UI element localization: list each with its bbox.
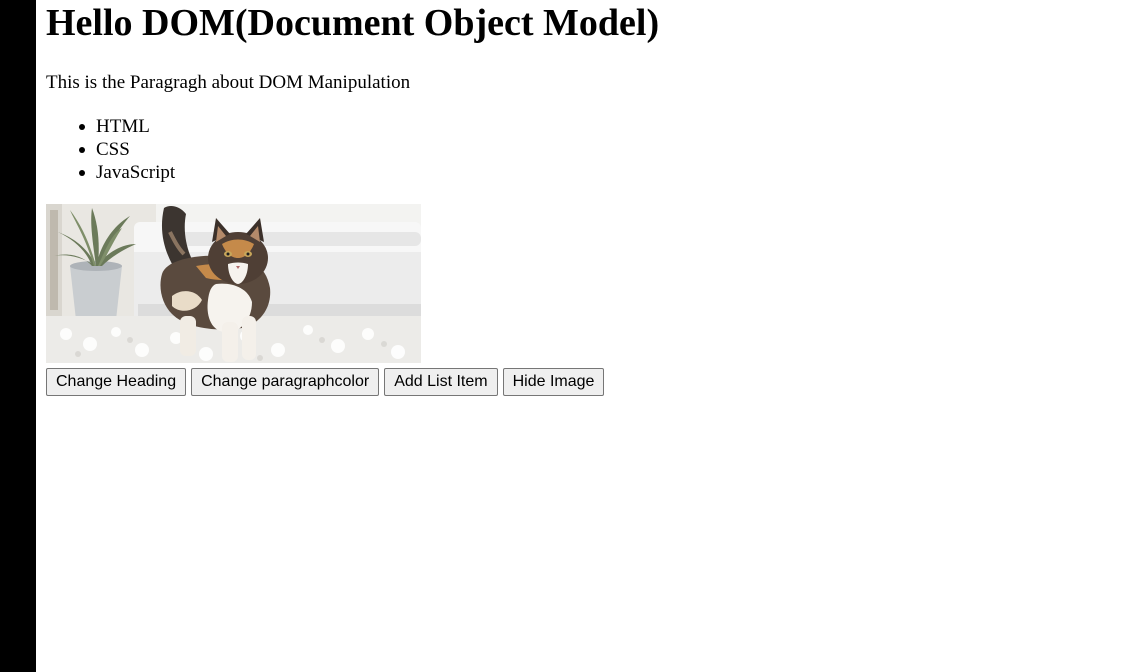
list-item-label: CSS xyxy=(96,139,130,160)
list-item-label: HTML xyxy=(96,116,150,137)
list-item-label: JavaScript xyxy=(96,162,176,183)
page-content: Hello DOM(Document Object Model) This is… xyxy=(46,0,1136,672)
cat-photo-illustration xyxy=(46,204,421,363)
bullet-icon xyxy=(79,147,85,153)
change-heading-button[interactable]: Change Heading xyxy=(46,368,187,396)
hide-image-button[interactable]: Hide Image xyxy=(502,368,605,396)
controls-toolbar: Change Heading Change paragraphcolor Add… xyxy=(46,368,605,396)
language-list: HTML CSS JavaScript xyxy=(46,115,175,184)
page-heading: Hello DOM(Document Object Model) xyxy=(46,2,660,44)
list-item: HTML xyxy=(46,115,175,138)
list-item: JavaScript xyxy=(46,161,175,184)
bullet-icon xyxy=(79,170,85,176)
list-item: CSS xyxy=(46,138,175,161)
dom-paragraph: This is the Paragragh about DOM Manipula… xyxy=(46,72,411,93)
change-paragraph-color-button[interactable]: Change paragraphcolor xyxy=(191,368,380,396)
cat-image xyxy=(46,204,421,363)
add-list-item-button[interactable]: Add List Item xyxy=(384,368,498,396)
bullet-icon xyxy=(79,124,85,130)
left-edge-bar xyxy=(0,0,36,672)
